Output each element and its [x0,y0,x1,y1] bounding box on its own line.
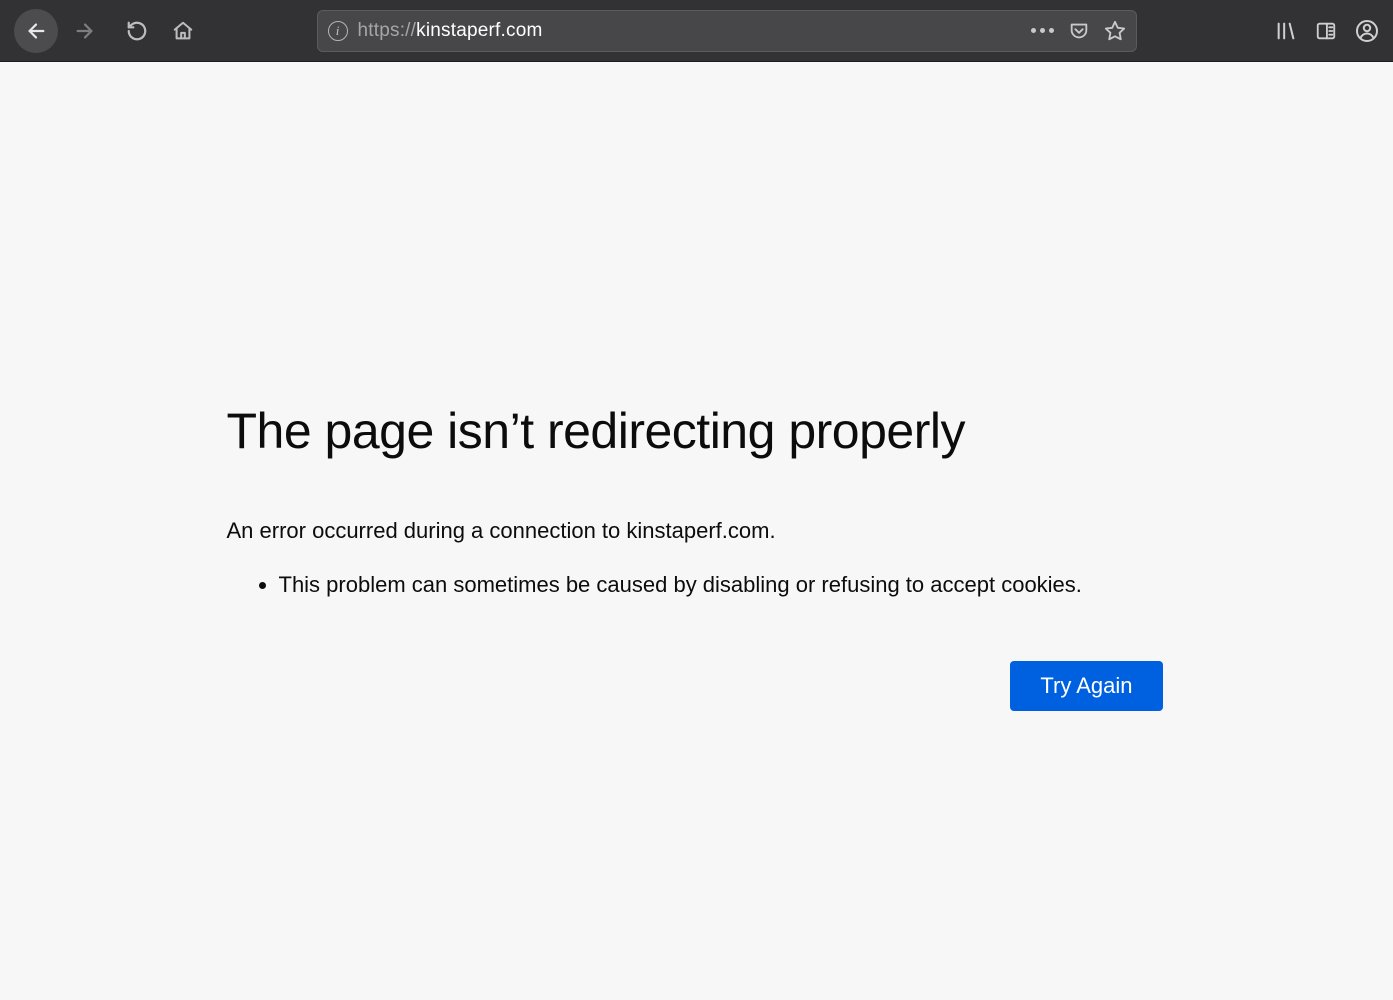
site-info-icon[interactable]: i [328,21,348,41]
reload-icon [126,20,148,42]
address-bar[interactable]: i https://kinstaperf.com [317,10,1137,52]
error-title: The page isn’t redirecting properly [227,402,1167,460]
url-scheme: https:// [358,20,417,41]
page-actions-button[interactable] [1031,28,1054,33]
address-bar-actions [1031,20,1126,42]
browser-toolbar: i https://kinstaperf.com [0,0,1393,62]
address-bar-container: i https://kinstaperf.com [210,10,1243,52]
url-text: https://kinstaperf.com [358,20,1021,42]
library-icon[interactable] [1275,20,1297,42]
url-host: kinstaperf.com [416,20,542,41]
try-again-button[interactable]: Try Again [1010,661,1162,711]
home-button[interactable] [164,12,202,50]
error-page: The page isn’t redirecting properly An e… [0,62,1393,1000]
error-detail-item: This problem can sometimes be caused by … [279,570,1167,601]
error-actions: Try Again [227,661,1167,711]
arrow-right-icon [74,20,96,42]
arrow-left-icon [25,20,47,42]
toolbar-right [1275,19,1379,43]
bookmark-star-icon[interactable] [1104,20,1126,42]
error-detail-list: This problem can sometimes be caused by … [227,570,1167,601]
sidebar-icon[interactable] [1315,20,1337,42]
forward-button[interactable] [66,12,104,50]
back-button[interactable] [14,9,58,53]
pocket-icon[interactable] [1068,20,1090,42]
reload-button[interactable] [118,12,156,50]
error-container: The page isn’t redirecting properly An e… [197,402,1197,1000]
home-icon [172,20,194,42]
account-icon[interactable] [1355,19,1379,43]
error-description: An error occurred during a connection to… [227,518,1167,544]
